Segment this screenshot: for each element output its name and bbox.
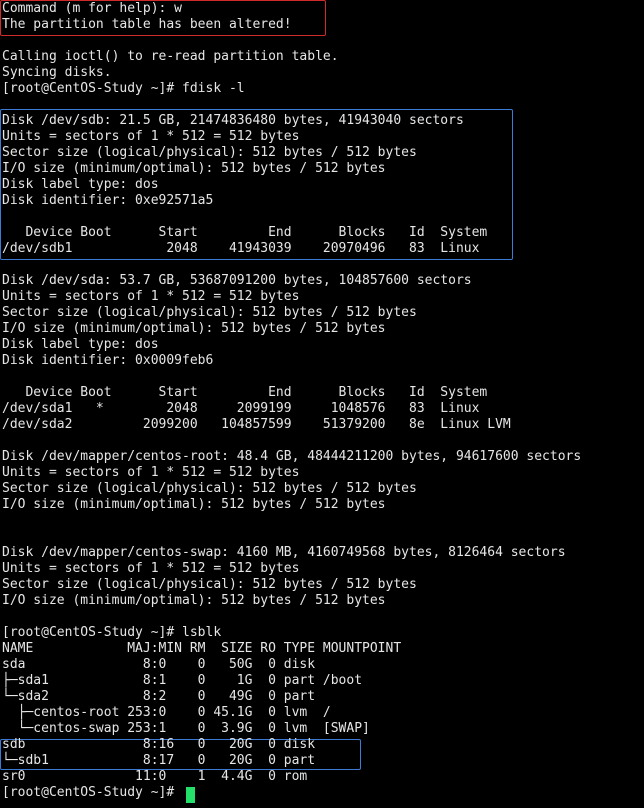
terminal-cursor: [186, 787, 195, 803]
terminal-line: [root@CentOS-Study ~]# fdisk -l: [2, 81, 245, 96]
terminal-line: Disk identifier: 0xe92571a5: [2, 193, 214, 208]
terminal-line: Sector size (logical/physical): 512 byte…: [2, 305, 417, 320]
terminal-line: Units = sectors of 1 * 512 = 512 bytes: [2, 465, 300, 480]
terminal-line: Sector size (logical/physical): 512 byte…: [2, 577, 417, 592]
terminal-line: Sector size (logical/physical): 512 byte…: [2, 481, 417, 496]
terminal-line: └─sda2 8:2 0 49G 0 part: [2, 689, 316, 704]
terminal-line: Device Boot Start End Blocks Id System: [2, 225, 488, 240]
terminal-line: /dev/sda1 * 2048 2099199 1048576 83 Linu…: [2, 401, 480, 416]
terminal-line: sr0 11:0 1 4.4G 0 rom: [2, 769, 308, 784]
terminal-line: /dev/sdb1 2048 41943039 20970496 83 Linu…: [2, 241, 480, 256]
terminal-prompt-line[interactable]: [root@CentOS-Study ~]#: [2, 785, 182, 801]
terminal-line: Disk identifier: 0x0009feb6: [2, 353, 214, 368]
terminal-line: I/O size (minimum/optimal): 512 bytes / …: [2, 161, 386, 176]
terminal-line: Disk label type: dos: [2, 177, 159, 192]
terminal-line: The partition table has been altered!: [2, 17, 292, 32]
terminal-line: └─centos-swap 253:1 0 3.9G 0 lvm [SWAP]: [2, 721, 370, 736]
terminal-line: ├─sda1 8:1 0 1G 0 part /boot: [2, 673, 363, 688]
terminal-line: I/O size (minimum/optimal): 512 bytes / …: [2, 593, 386, 608]
terminal-line: Disk /dev/mapper/centos-root: 48.4 GB, 4…: [2, 449, 582, 464]
terminal-line: Units = sectors of 1 * 512 = 512 bytes: [2, 561, 300, 576]
terminal-line: Device Boot Start End Blocks Id System: [2, 385, 488, 400]
terminal-line: I/O size (minimum/optimal): 512 bytes / …: [2, 497, 386, 512]
terminal-line: Disk label type: dos: [2, 337, 159, 352]
terminal-line: sdb 8:16 0 20G 0 disk: [2, 737, 316, 752]
terminal-line: I/O size (minimum/optimal): 512 bytes / …: [2, 321, 386, 336]
terminal-line: Calling ioctl() to re-read partition tab…: [2, 49, 339, 64]
terminal-line: Sector size (logical/physical): 512 byte…: [2, 145, 417, 160]
terminal-line: Disk /dev/sda: 53.7 GB, 53687091200 byte…: [2, 273, 472, 288]
terminal-line: ├─centos-root 253:0 0 45.1G 0 lvm /: [2, 705, 331, 720]
terminal-window[interactable]: Command (m for help): w The partition ta…: [0, 0, 644, 808]
terminal-line: /dev/sda2 2099200 104857599 51379200 8e …: [2, 417, 511, 432]
terminal-line: sda 8:0 0 50G 0 disk: [2, 657, 316, 672]
terminal-line: Units = sectors of 1 * 512 = 512 bytes: [2, 129, 300, 144]
terminal-line: └─sdb1 8:17 0 20G 0 part: [2, 753, 316, 768]
terminal-line: Syncing disks.: [2, 65, 112, 80]
terminal-line: Units = sectors of 1 * 512 = 512 bytes: [2, 289, 300, 304]
terminal-line: [root@CentOS-Study ~]# lsblk: [2, 625, 222, 640]
terminal-line: Disk /dev/sdb: 21.5 GB, 21474836480 byte…: [2, 113, 464, 128]
terminal-line: Disk /dev/mapper/centos-swap: 4160 MB, 4…: [2, 545, 566, 560]
terminal-line: Command (m for help): w: [2, 1, 183, 16]
terminal-line: NAME MAJ:MIN RM SIZE RO TYPE MOUNTPOINT: [2, 641, 402, 656]
